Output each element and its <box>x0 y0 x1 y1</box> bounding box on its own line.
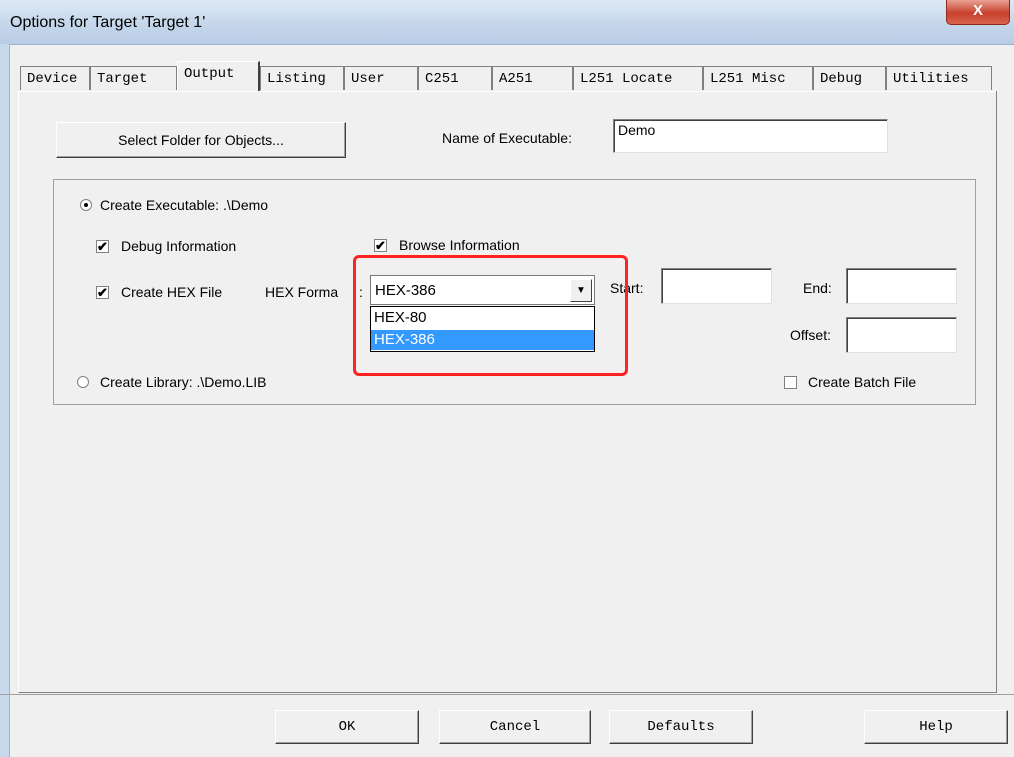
tab-user[interactable]: User <box>344 66 418 90</box>
tab-target[interactable]: Target <box>90 66 177 90</box>
create-library-label: Create Library: .\Demo.LIB <box>100 374 267 390</box>
create-hex-file-checkbox[interactable]: ✔ <box>96 286 109 299</box>
create-batch-file-checkbox[interactable] <box>784 376 797 389</box>
offset-input[interactable] <box>846 317 957 353</box>
browse-information-checkbox[interactable]: ✔ <box>374 239 387 252</box>
title-bar: Options for Target 'Target 1' X <box>0 0 1014 45</box>
defaults-button[interactable]: Defaults <box>609 710 753 744</box>
tab-l251-misc[interactable]: L251 Misc <box>703 66 813 90</box>
end-label: End: <box>803 280 832 296</box>
footer-separator <box>0 694 1014 695</box>
start-input[interactable] <box>661 268 772 304</box>
checkmark-icon: ✔ <box>375 238 386 253</box>
close-icon: X <box>972 2 983 19</box>
name-of-executable-label: Name of Executable: <box>442 130 572 146</box>
debug-information-label: Debug Information <box>121 238 237 254</box>
tab-output[interactable]: Output <box>177 61 260 91</box>
checkmark-icon: ✔ <box>97 239 108 254</box>
checkmark-icon: ✔ <box>97 285 108 300</box>
tab-device[interactable]: Device <box>20 66 90 90</box>
create-batch-file-label: Create Batch File <box>808 374 917 390</box>
tab-debug[interactable]: Debug <box>813 66 886 90</box>
cancel-button[interactable]: Cancel <box>439 710 591 744</box>
help-button[interactable]: Help <box>864 710 1008 744</box>
name-of-executable-input[interactable]: Demo <box>613 119 888 153</box>
highlight-annotation-box <box>353 255 628 376</box>
close-button[interactable]: X <box>946 0 1010 25</box>
browse-information-label: Browse Information <box>399 237 520 253</box>
offset-label: Offset: <box>790 327 831 343</box>
tab-listing[interactable]: Listing <box>260 66 344 90</box>
create-hex-file-label: Create HEX File <box>121 284 223 300</box>
tab-a251[interactable]: A251 <box>492 66 573 90</box>
debug-information-checkbox[interactable]: ✔ <box>96 240 109 253</box>
create-library-radio[interactable] <box>77 376 89 388</box>
end-input[interactable] <box>846 268 957 304</box>
select-folder-button[interactable]: Select Folder for Objects... <box>56 122 346 158</box>
window-frame <box>0 44 10 757</box>
ok-button[interactable]: OK <box>275 710 419 744</box>
create-executable-radio[interactable] <box>80 199 92 211</box>
tab-l251-locate[interactable]: L251 Locate <box>573 66 703 90</box>
hex-format-label: HEX Forma <box>265 284 339 300</box>
tab-utilities[interactable]: Utilities <box>886 66 992 90</box>
create-executable-label: Create Executable: .\Demo <box>100 197 269 213</box>
tab-c251[interactable]: C251 <box>418 66 492 90</box>
window-title: Options for Target 'Target 1' <box>10 14 206 31</box>
